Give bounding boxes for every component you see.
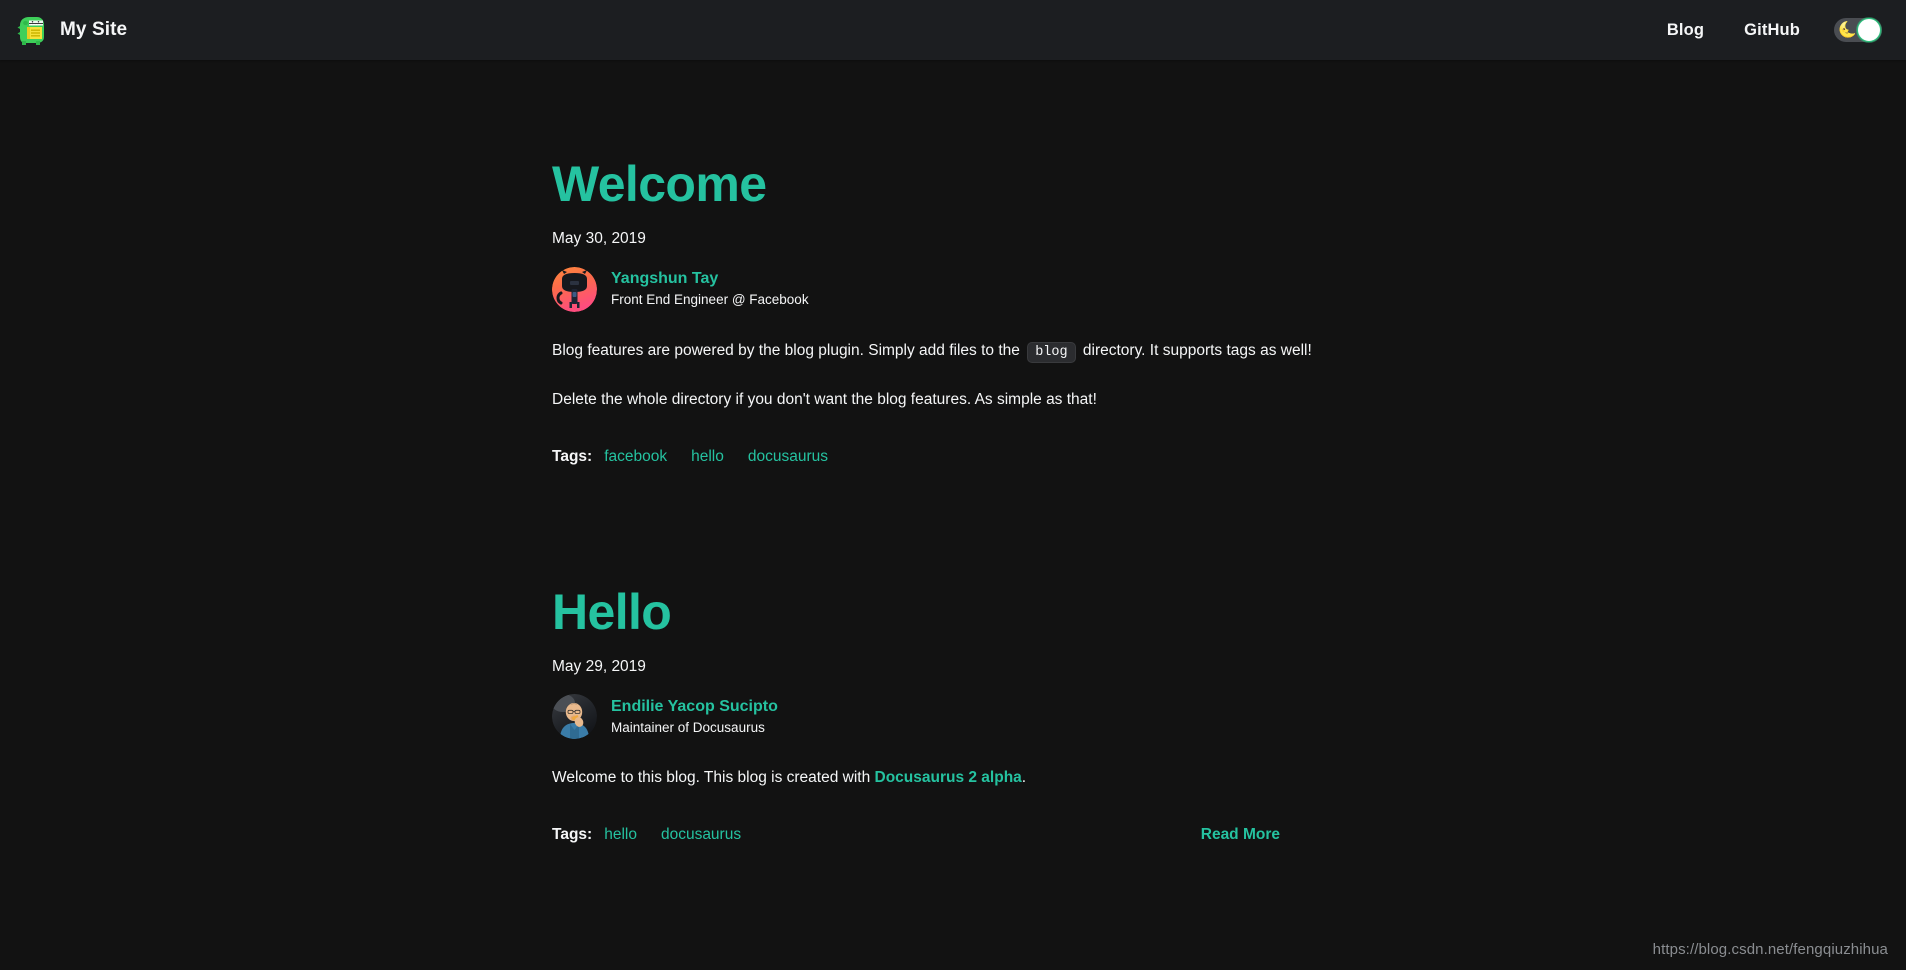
tag-facebook[interactable]: facebook (604, 448, 667, 466)
blog-list-page: Welcome May 30, 2019 Yangshun Tay Front … (0, 60, 1906, 970)
navbar-title: My Site (60, 19, 128, 40)
blog-post-hola: Hola (552, 844, 1362, 970)
author-name-link[interactable]: Endilie Yacop Sucipto (611, 697, 778, 717)
blog-post-hello: Hello May 29, 2019 Endilie Yacop Sucipto… (552, 466, 1362, 844)
tags-block: Tags: hello docusaurus (552, 826, 741, 844)
post-footer-welcome: Tags: facebook hello docusaurus (552, 448, 1362, 466)
docusaurus-dinosaur-logo-icon (17, 17, 44, 45)
author-title: Front End Engineer @ Facebook (611, 292, 809, 308)
moon-icon: 🌜 (1838, 21, 1857, 39)
navbar: My Site Blog GitHub 🌜 (0, 0, 1906, 60)
tags-block: Tags: facebook hello docusaurus (552, 448, 828, 466)
post-date-welcome: May 30, 2019 (552, 230, 646, 247)
post-footer-hello: Tags: hello docusaurus Read More (552, 826, 1362, 844)
read-more-link[interactable]: Read More (1201, 826, 1362, 844)
navbar-menu: Blog GitHub 🌜 (1647, 18, 1882, 42)
author-title: Maintainer of Docusaurus (611, 719, 765, 735)
avatar-photo-person-icon (552, 694, 597, 740)
watermark-text: https://blog.csdn.net/fengqiuzhihua (1652, 941, 1888, 958)
paragraph-text: directory. It supports tags as well! (1078, 341, 1312, 359)
tag-hello[interactable]: hello (604, 826, 637, 844)
post-title-hello[interactable]: Hello (552, 584, 672, 640)
blog-container: Welcome May 30, 2019 Yangshun Tay Front … (0, 60, 1906, 970)
paragraph-text: Blog features are powered by the blog pl… (552, 341, 1025, 359)
post-paragraph: Welcome to this blog. This blog is creat… (552, 765, 1362, 791)
avatar-octocat-gradient-icon (552, 266, 597, 312)
post-title-welcome[interactable]: Welcome (552, 156, 767, 212)
post-paragraph: Delete the whole directory if you don't … (552, 390, 1097, 408)
navbar-brand[interactable]: My Site (16, 14, 127, 46)
nav-link-blog[interactable]: Blog (1647, 21, 1724, 40)
author-meta: Yangshun Tay Front End Engineer @ Facebo… (611, 269, 809, 309)
author-name-link[interactable]: Yangshun Tay (611, 269, 809, 289)
theme-toggle-button[interactable]: 🌜 (1834, 18, 1882, 42)
post-author-hello: Endilie Yacop Sucipto Maintainer of Docu… (552, 694, 1362, 740)
inline-code-blog: blog (1027, 341, 1076, 363)
post-body-welcome: Blog features are powered by the blog pl… (552, 338, 1362, 413)
post-title-hola[interactable]: Hola (552, 964, 659, 970)
blog-post-welcome: Welcome May 30, 2019 Yangshun Tay Front … (552, 60, 1362, 466)
theme-toggle-thumb (1857, 18, 1881, 42)
tag-docusaurus[interactable]: docusaurus (748, 448, 828, 466)
paragraph-text: . (1021, 769, 1027, 787)
author-meta: Endilie Yacop Sucipto Maintainer of Docu… (611, 697, 778, 737)
post-author-welcome: Yangshun Tay Front End Engineer @ Facebo… (552, 266, 1362, 312)
paragraph-text: Welcome to this blog. This blog is creat… (552, 769, 875, 787)
tags-label: Tags: (552, 447, 593, 465)
tags-label: Tags: (552, 825, 593, 843)
tag-hello[interactable]: hello (691, 448, 724, 466)
post-body-hello: Welcome to this blog. This blog is creat… (552, 765, 1362, 791)
post-paragraph: Blog features are powered by the blog pl… (552, 338, 1362, 364)
post-date-hello: May 29, 2019 (552, 657, 646, 675)
nav-link-github[interactable]: GitHub (1724, 21, 1820, 40)
tag-docusaurus[interactable]: docusaurus (661, 826, 741, 844)
docusaurus-2-alpha-link[interactable]: Docusaurus 2 alpha (875, 769, 1022, 786)
